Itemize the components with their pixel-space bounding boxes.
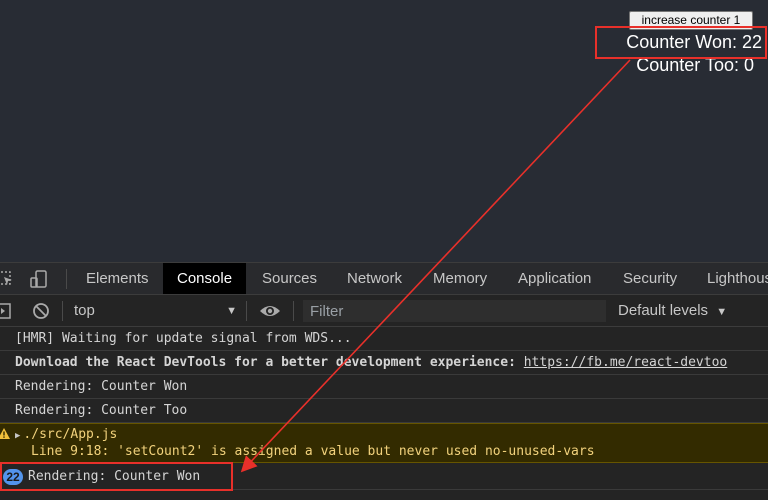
- expand-triangle-icon[interactable]: ▶: [15, 431, 20, 441]
- console-message: Rendering: Counter Won: [0, 375, 768, 399]
- tab-security[interactable]: Security: [609, 263, 691, 294]
- clear-console-icon[interactable]: [32, 302, 50, 320]
- app-area: increase counter 1 Counter Won: 22 Count…: [0, 0, 768, 262]
- tab-memory[interactable]: Memory: [419, 263, 501, 294]
- console-message: Download the React DevTools for a better…: [0, 351, 768, 375]
- highlight-box-log: [0, 462, 233, 491]
- console-message-text: Rendering: Counter Won: [15, 379, 188, 394]
- tab-network[interactable]: Network: [333, 263, 416, 294]
- warning-message: Line 9:18: 'setCount2' is assigned a val…: [31, 444, 595, 459]
- caret-down-icon: ▼: [716, 306, 728, 318]
- inspect-element-icon[interactable]: [0, 270, 14, 288]
- tab-sources[interactable]: Sources: [248, 263, 331, 294]
- tab-console[interactable]: Console: [163, 263, 247, 294]
- console-message: [HMR] Waiting for update signal from WDS…: [0, 327, 768, 351]
- context-selector[interactable]: top ▼: [66, 301, 241, 321]
- default-levels-dropdown[interactable]: Default levels ▼: [618, 301, 727, 321]
- filter-input[interactable]: [303, 300, 606, 322]
- console-filterbar: top ▼ Default levels ▼: [0, 295, 768, 327]
- warning-icon: [0, 428, 10, 439]
- tab-application[interactable]: Application: [504, 263, 605, 294]
- filterbar-divider: [246, 301, 247, 321]
- eye-icon[interactable]: [259, 302, 281, 320]
- filterbar-divider: [62, 301, 63, 321]
- react-devtools-link[interactable]: https://fb.me/react-devtoo: [524, 355, 728, 370]
- console-message-text: Download the React DevTools for a better…: [15, 355, 524, 370]
- devtools-tabbar: Elements Console Sources Network Memory …: [0, 263, 768, 295]
- device-toolbar-icon[interactable]: [30, 270, 48, 288]
- default-levels-label: Default levels: [618, 302, 709, 319]
- warning-header: ▶ ./src/App.js: [15, 427, 117, 444]
- console-message-text: Rendering: Counter Too: [15, 403, 188, 418]
- tab-elements[interactable]: Elements: [72, 263, 163, 294]
- tab-lighthouse[interactable]: Lighthous: [693, 263, 768, 294]
- filterbar-divider: [293, 301, 294, 321]
- tab-divider: [66, 269, 67, 289]
- sidebar-toggle-icon[interactable]: [0, 302, 12, 320]
- context-selector-value: top: [74, 302, 95, 319]
- warning-file: ./src/App.js: [23, 427, 118, 442]
- console-message-text: [HMR] Waiting for update signal from WDS…: [15, 331, 352, 346]
- caret-down-icon: ▼: [226, 305, 237, 317]
- console-warning[interactable]: ▶ ./src/App.js Line 9:18: 'setCount2' is …: [0, 423, 768, 463]
- highlight-box-counter: [595, 26, 767, 59]
- console-message: Rendering: Counter Too: [0, 399, 768, 423]
